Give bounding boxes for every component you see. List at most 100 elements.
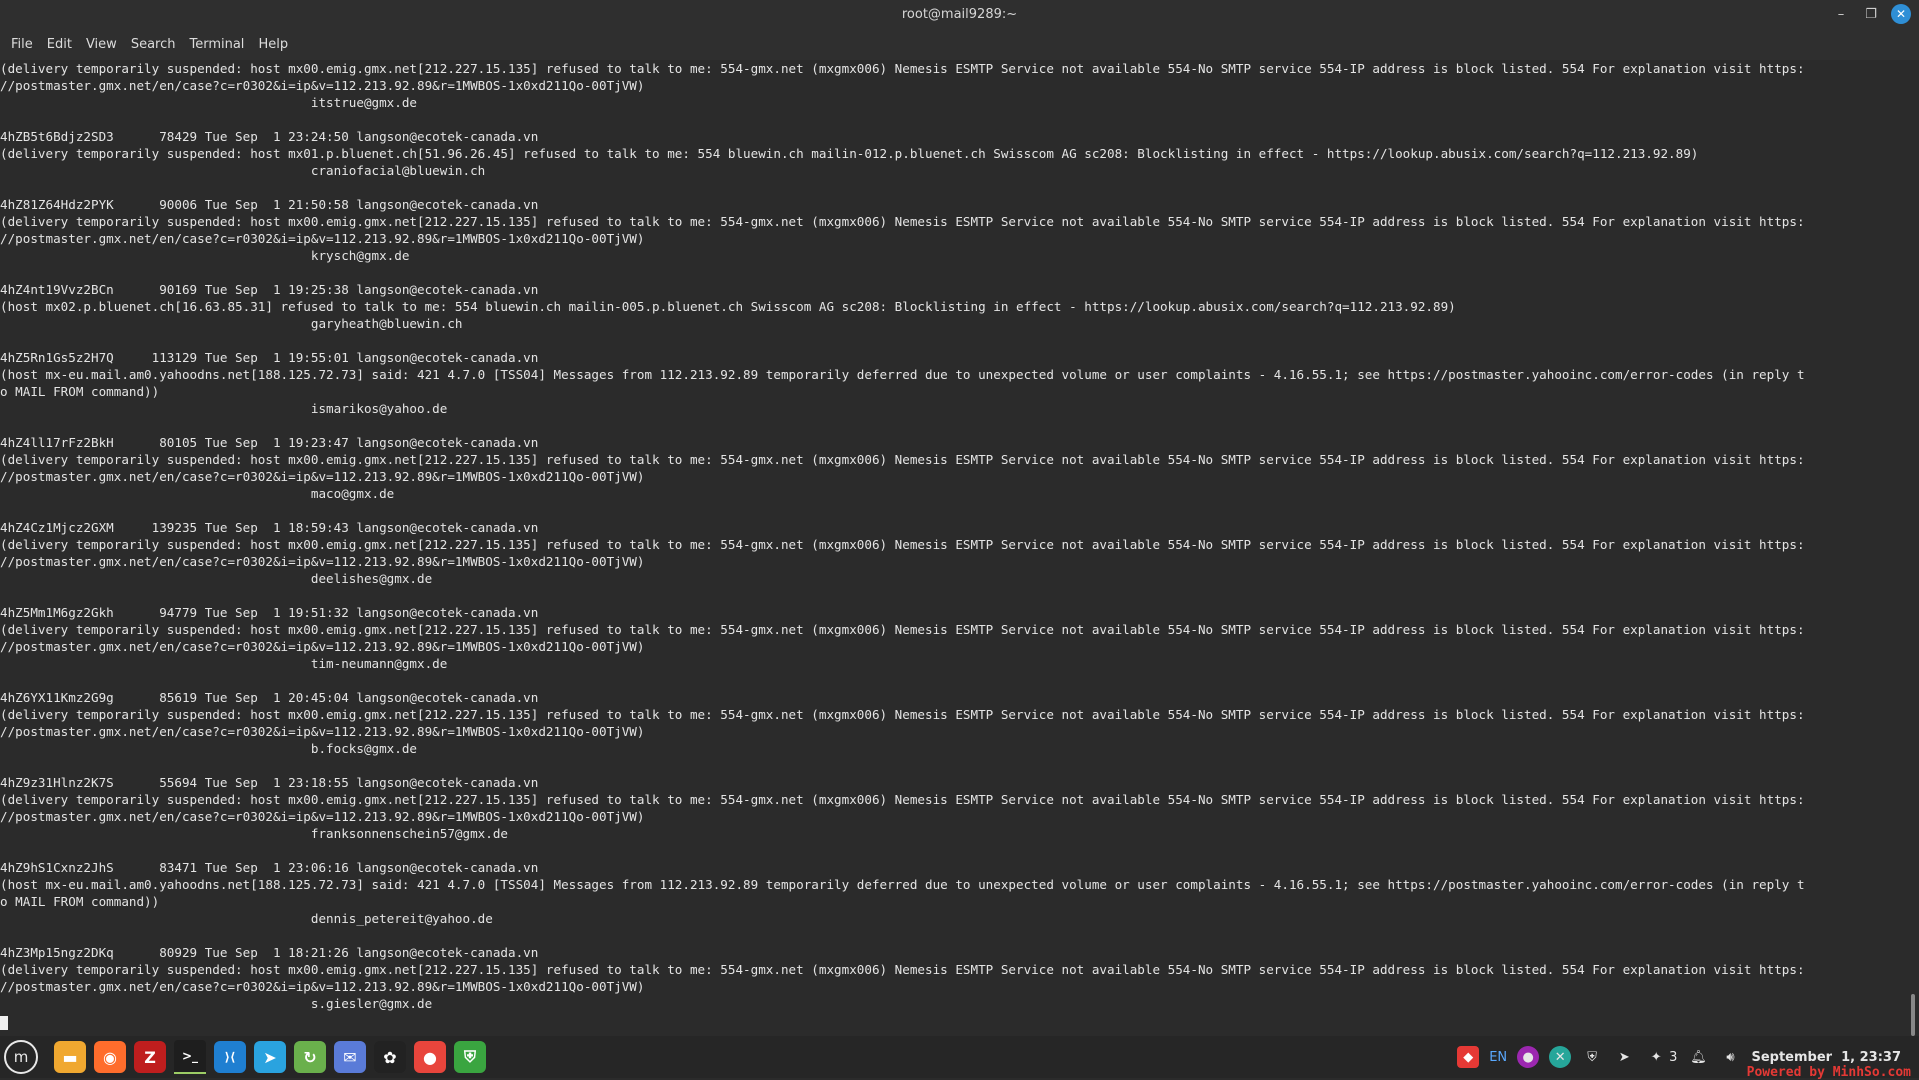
terminal-output[interactable]: (delivery temporarily suspended: host mx…: [0, 60, 1919, 1035]
mail-app-icon[interactable]: ✉: [334, 1041, 366, 1073]
menu-help[interactable]: Help: [251, 33, 295, 56]
app-glyph: ◉: [103, 1047, 117, 1067]
terminal-line: 4hZ5Rn1Gs5z2H7Q 113129 Tue Sep 1 19:55:0…: [0, 350, 539, 365]
app-glyph: ↻: [303, 1047, 317, 1067]
firefox-app-icon[interactable]: ◉: [94, 1041, 126, 1073]
mint-logo-icon: m: [13, 1048, 29, 1066]
terminal-line: //postmaster.gmx.net/en/case?c=r0302&i=i…: [0, 231, 645, 246]
app-glyph: ✉: [343, 1047, 357, 1067]
terminal-line: (delivery temporarily suspended: host mx…: [0, 537, 1805, 552]
terminal-line: 4hZ3Mp15ngz2DKq 80929 Tue Sep 1 18:21:26…: [0, 945, 539, 960]
terminal-scrollbar[interactable]: [1911, 994, 1915, 1036]
vpn-shield-app-icon[interactable]: ⛨: [454, 1041, 486, 1073]
chatgpt-app-icon[interactable]: ✿: [374, 1041, 406, 1073]
terminal-line: //postmaster.gmx.net/en/case?c=r0302&i=i…: [0, 639, 645, 654]
maximize-button[interactable]: ❐: [1861, 4, 1881, 24]
chrome-app-icon[interactable]: ●: [414, 1041, 446, 1073]
terminal-line: 4hZ9z31Hlnz2K7S 55694 Tue Sep 1 23:18:55…: [0, 775, 539, 790]
terminal-line: //postmaster.gmx.net/en/case?c=r0302&i=i…: [0, 724, 645, 739]
terminal-line: craniofacial@bluewin.ch: [0, 163, 486, 178]
terminal-line: (delivery temporarily suspended: host mx…: [0, 707, 1805, 722]
terminal-line: 4hZB5t6Bdjz2SD3 78429 Tue Sep 1 23:24:50…: [0, 129, 539, 144]
terminal-line: franksonnenschein57@gmx.de: [0, 826, 508, 841]
notification-count: 3: [1669, 1049, 1678, 1065]
terminal-line: 4hZ9hS1Cxnz2JhS 83471 Tue Sep 1 23:06:16…: [0, 860, 539, 875]
terminal-line: ismarikos@yahoo.de: [0, 401, 448, 416]
menu-terminal[interactable]: Terminal: [182, 33, 251, 56]
menu-search[interactable]: Search: [124, 33, 183, 56]
terminal-line: //postmaster.gmx.net/en/case?c=r0302&i=i…: [0, 979, 645, 994]
shield-tray-icon[interactable]: ⛨: [1581, 1046, 1603, 1068]
terminal-cursor: [0, 1015, 8, 1030]
menu-edit[interactable]: Edit: [40, 33, 79, 56]
terminal-line: //postmaster.gmx.net/en/case?c=r0302&i=i…: [0, 78, 645, 93]
window-controls: – ❐ ✕: [1831, 4, 1911, 24]
bird-notification-icon[interactable]: ✦: [1645, 1046, 1667, 1068]
update-manager-app-icon[interactable]: ↻: [294, 1041, 326, 1073]
app-glyph: ●: [423, 1047, 437, 1067]
volume-icon[interactable]: 🔊︎: [1719, 1046, 1741, 1068]
terminal-line: 4hZ4Cz1Mjcz2GXM 139235 Tue Sep 1 18:59:4…: [0, 520, 539, 535]
terminal-line: 4hZ81Z64Hdz2PYK 90006 Tue Sep 1 21:50:58…: [0, 197, 539, 212]
bell-icon[interactable]: 🔔︎: [1687, 1046, 1709, 1068]
app-glyph: ➤: [263, 1047, 277, 1067]
minimize-button[interactable]: –: [1831, 4, 1851, 24]
terminal-line: o MAIL FROM command)): [0, 384, 160, 399]
anydesk-tray-icon[interactable]: ◆: [1457, 1046, 1480, 1068]
terminal-line: (delivery temporarily suspended: host mx…: [0, 61, 1805, 76]
telegram-app-icon[interactable]: ➤: [254, 1041, 286, 1073]
app-glyph: ✿: [383, 1047, 397, 1067]
terminal-line: tim-neumann@gmx.de: [0, 656, 448, 671]
window-titlebar[interactable]: root@mail9289:~ – ❐ ✕: [0, 0, 1919, 29]
terminal-cursor-line: [0, 1012, 1919, 1030]
filezilla-app-icon[interactable]: Z: [134, 1041, 166, 1073]
terminal-line: (delivery temporarily suspended: host mx…: [0, 962, 1805, 977]
menu-view[interactable]: View: [79, 33, 124, 56]
telegram-tray-icon[interactable]: ➤: [1613, 1046, 1635, 1068]
terminal-line: garyheath@bluewin.ch: [0, 316, 463, 331]
app-glyph: Z: [144, 1047, 156, 1067]
app-glyph: >_: [181, 1049, 199, 1063]
terminal-line: (host mx-eu.mail.am0.yahoodns.net[188.12…: [0, 877, 1805, 892]
terminal-line: deelishes@gmx.de: [0, 571, 433, 586]
terminal-line: maco@gmx.de: [0, 486, 395, 501]
menu-file[interactable]: File: [4, 33, 40, 56]
terminal-line: o MAIL FROM command)): [0, 894, 160, 909]
taskbar-apps: ▬ ◉ Z >_ ⟩⟨ ➤ ↻ ✉ ✿ ● ⛨: [50, 1040, 490, 1074]
terminal-line: itstrue@gmx.de: [0, 95, 418, 110]
start-menu-button[interactable]: m: [4, 1040, 38, 1074]
terminal-line: b.focks@gmx.de: [0, 741, 418, 756]
menu-bar: File Edit View Search Terminal Help: [0, 29, 1919, 60]
files-app-icon[interactable]: ▬: [54, 1041, 86, 1073]
terminal-line: (host mx02.p.bluenet.ch[16.63.85.31] ref…: [0, 299, 1456, 314]
terminal-line: 4hZ4nt19Vvz2BCn 90169 Tue Sep 1 19:25:38…: [0, 282, 539, 297]
app-glyph: ⛨: [463, 1047, 476, 1066]
app-tray-icon[interactable]: ●: [1517, 1046, 1540, 1068]
terminal-line: //postmaster.gmx.net/en/case?c=r0302&i=i…: [0, 469, 645, 484]
terminal-line: (delivery temporarily suspended: host mx…: [0, 792, 1805, 807]
terminal-line: (delivery temporarily suspended: host mx…: [0, 622, 1805, 637]
window-title: root@mail9289:~: [901, 7, 1018, 22]
terminal-line: //postmaster.gmx.net/en/case?c=r0302&i=i…: [0, 809, 645, 824]
terminal-line: s.giesler@gmx.de: [0, 996, 433, 1011]
terminal-app-icon[interactable]: >_: [174, 1040, 206, 1074]
sync-tray-icon[interactable]: ✕: [1549, 1046, 1572, 1068]
terminal-line: 4hZ4ll17rFz2BkH 80105 Tue Sep 1 19:23:47…: [0, 435, 539, 450]
taskbar: m ▬ ◉ Z >_ ⟩⟨ ➤ ↻ ✉ ✿ ● ⛨ ◆ EN ● ✕ ⛨ ➤ ✦ 3 🔔︎ 🔊︎ S…: [0, 1036, 1919, 1078]
language-indicator[interactable]: EN: [1489, 1050, 1507, 1065]
terminal-line: (delivery temporarily suspended: host mx…: [0, 214, 1805, 229]
vscode-app-icon[interactable]: ⟩⟨: [214, 1041, 246, 1073]
clock[interactable]: September 1, 23:37: [1751, 1050, 1901, 1065]
close-button[interactable]: ✕: [1891, 4, 1911, 24]
app-glyph: ▬: [62, 1047, 78, 1067]
terminal-line: (delivery temporarily suspended: host mx…: [0, 452, 1805, 467]
